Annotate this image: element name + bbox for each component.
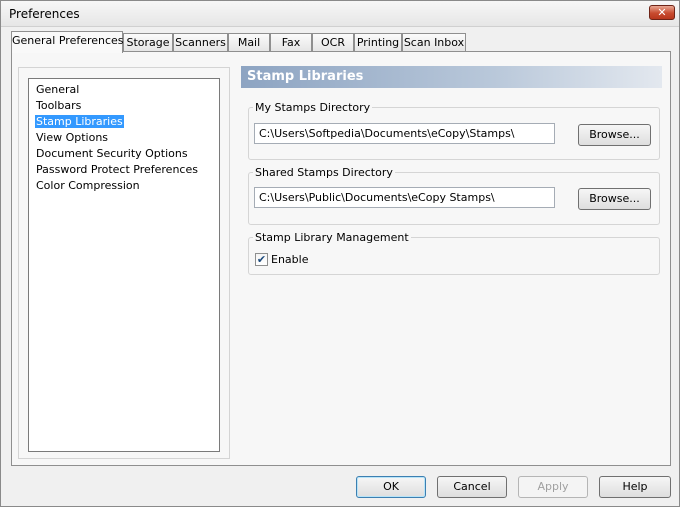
preferences-window: Preferences ✕ General Preferences Storag… xyxy=(0,0,680,507)
list-item-general[interactable]: General xyxy=(34,82,219,98)
list-item-label: Document Security Options xyxy=(36,147,188,160)
tab-label: Scan Inbox xyxy=(403,36,465,49)
tab-label: Printing xyxy=(356,36,400,49)
tab-scanners[interactable]: Scanners xyxy=(173,33,228,52)
list-item-label: General xyxy=(36,83,80,96)
window-title: Preferences xyxy=(9,7,80,21)
close-icon: ✕ xyxy=(657,6,667,19)
enable-label[interactable]: Enable xyxy=(271,253,308,266)
cancel-button[interactable]: Cancel xyxy=(437,476,507,498)
tab-label: Fax xyxy=(281,36,301,49)
list-item-label: Stamp Libraries xyxy=(35,115,124,128)
list-item-color-compression[interactable]: Color Compression xyxy=(34,178,219,194)
list-item-document-security-options[interactable]: Document Security Options xyxy=(34,146,219,162)
list-item-view-options[interactable]: View Options xyxy=(34,130,219,146)
tab-label: Storage xyxy=(126,36,170,49)
tab-fax[interactable]: Fax xyxy=(270,33,312,52)
check-icon: ✔ xyxy=(256,253,267,266)
my-stamps-path-field[interactable]: C:\Users\Softpedia\Documents\eCopy\Stamp… xyxy=(254,123,555,144)
list-item-label: Password Protect Preferences xyxy=(36,163,198,176)
close-button[interactable]: ✕ xyxy=(649,5,675,20)
my-stamps-browse-button[interactable]: Browse... xyxy=(578,124,651,146)
section-header: Stamp Libraries xyxy=(241,66,662,88)
apply-button[interactable]: Apply xyxy=(518,476,588,498)
list-item-toolbars[interactable]: Toolbars xyxy=(34,98,219,114)
shared-stamps-path-field[interactable]: C:\Users\Public\Documents\eCopy Stamps\ xyxy=(254,187,555,208)
help-button[interactable]: Help xyxy=(599,476,671,498)
tab-mail[interactable]: Mail xyxy=(228,33,270,52)
tab-scan-inbox[interactable]: Scan Inbox xyxy=(402,33,466,52)
category-list[interactable]: General Toolbars Stamp Libraries View Op… xyxy=(28,78,220,452)
shared-stamps-label: Shared Stamps Directory xyxy=(253,166,395,179)
tab-label: Scanners xyxy=(175,36,226,49)
tab-printing[interactable]: Printing xyxy=(354,33,402,52)
shared-stamps-browse-button[interactable]: Browse... xyxy=(578,188,651,210)
list-item-label: View Options xyxy=(36,131,109,144)
title-bar: Preferences ✕ xyxy=(1,1,679,27)
list-item-stamp-libraries[interactable]: Stamp Libraries xyxy=(34,114,219,130)
tab-label: Mail xyxy=(237,36,261,49)
list-item-password-protect-preferences[interactable]: Password Protect Preferences xyxy=(34,162,219,178)
enable-checkbox[interactable]: ✔ xyxy=(255,253,268,266)
tab-ocr[interactable]: OCR xyxy=(312,33,354,52)
my-stamps-label: My Stamps Directory xyxy=(253,101,373,114)
list-item-label: Toolbars xyxy=(36,99,82,112)
ok-button[interactable]: OK xyxy=(356,476,426,498)
tab-label: General Preferences xyxy=(12,34,124,47)
list-item-label: Color Compression xyxy=(36,179,140,192)
tab-storage[interactable]: Storage xyxy=(123,33,173,52)
stamp-library-management-label: Stamp Library Management xyxy=(253,231,411,244)
tab-general-preferences[interactable]: General Preferences xyxy=(11,31,124,53)
tab-label: OCR xyxy=(321,36,345,49)
section-title: Stamp Libraries xyxy=(247,69,364,84)
